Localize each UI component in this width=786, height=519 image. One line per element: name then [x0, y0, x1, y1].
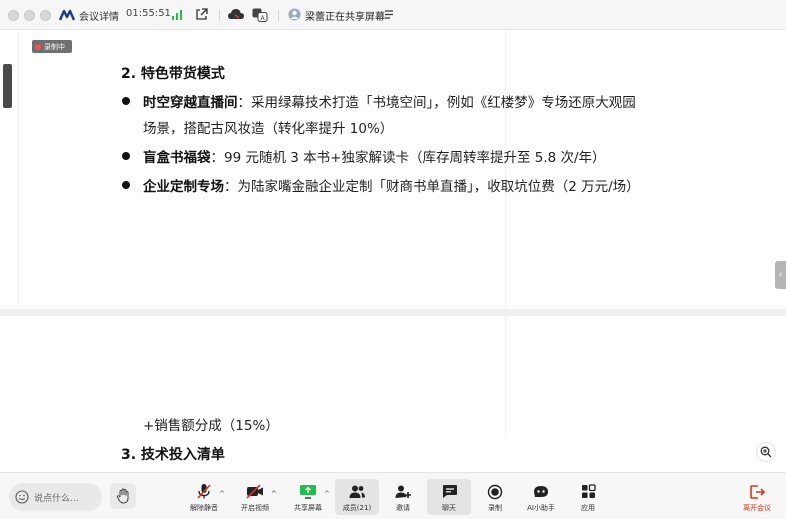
apps-label: 应用 [581, 504, 595, 512]
window-minimize-button[interactable] [24, 10, 35, 21]
bullet-1-continuation: 场景，搭配古风妆造（转化率提升 10%） [143, 121, 394, 137]
share-screen-label: 共享屏幕 [294, 504, 322, 512]
bullet-dot [122, 97, 130, 105]
apps-button[interactable]: 应用 [566, 479, 610, 515]
ai-assistant-icon [532, 483, 550, 500]
chat-icon [441, 483, 458, 500]
shared-screen-bottom [0, 316, 786, 472]
meeting-logo-icon [59, 7, 76, 22]
members-label: 成员(21) [342, 504, 372, 512]
bullet-3: 企业定制专场：为陆家嘴金融企业定制「财商书单直播」，收取坑位费（2 万元/场） [143, 179, 640, 195]
shared-screen-top [0, 31, 786, 309]
emoji-icon[interactable] [15, 490, 29, 504]
window-zoom-button[interactable] [40, 10, 51, 21]
signal-strength-icon[interactable] [172, 7, 184, 22]
share-options-caret[interactable]: ^ [324, 490, 330, 498]
section-3-heading: 3. 技术投入清单 [121, 447, 225, 463]
divider [278, 10, 279, 21]
recording-badge: 录制中 [32, 40, 72, 53]
record-button[interactable]: 录制 [473, 479, 517, 515]
record-icon [487, 483, 503, 500]
window-close-button[interactable] [8, 10, 19, 21]
section-2-heading: 2. 特色带货模式 [121, 66, 225, 82]
mic-options-caret[interactable]: ^ [219, 490, 225, 498]
presenter-avatar-icon [288, 7, 301, 22]
start-video-label: 开启视频 [241, 504, 269, 512]
meeting-details-button[interactable]: 会议详情 [79, 8, 119, 23]
recording-label: 录制中 [44, 42, 65, 51]
bullet-dot [122, 181, 130, 189]
page-gap [0, 309, 786, 316]
sharing-options-icon[interactable] [384, 7, 394, 22]
apps-icon [581, 483, 596, 500]
sharing-status-label: 梁蕾正在共享屏幕 [305, 12, 385, 23]
raise-hand-icon [116, 488, 128, 504]
mic-muted-icon [196, 483, 212, 500]
panel-edge [505, 316, 506, 436]
chat-placeholder: 说点什么... [34, 493, 79, 504]
left-panel-handle[interactable] [3, 64, 12, 108]
leave-meeting-label: 离开会议 [743, 504, 771, 512]
cloud-status-icon[interactable] [227, 7, 245, 22]
leave-meeting-button[interactable]: 离开会议 [735, 479, 779, 515]
title-bar: 会议详情 01:55:51 A 梁蕾正在共享屏幕 [0, 0, 786, 30]
record-label: 录制 [488, 504, 502, 512]
ai-assistant-button[interactable]: AI小助手 [519, 479, 563, 515]
raise-hand-button[interactable] [110, 483, 136, 509]
screen-share-icon [299, 483, 317, 500]
panel-edge [18, 31, 19, 309]
translate-icon[interactable]: A [252, 7, 268, 22]
bullet-2: 盲盒书福袋：99 元随机 3 本书+独家解读卡（库存周转率提升至 5.8 次/年… [143, 150, 606, 166]
ai-assistant-label: AI小助手 [527, 504, 555, 512]
elapsed-time: 01:55:51 [126, 8, 171, 19]
chat-button[interactable]: 聊天 [427, 479, 471, 515]
camera-off-icon [246, 483, 264, 500]
invite-icon [394, 483, 412, 500]
recording-dot-icon [35, 43, 41, 50]
zoom-in-button[interactable] [756, 442, 776, 462]
bullet-1: 时空穿越直播间：采用绿幕技术打造「书境空间」，例如《红楼梦》专场还原大观园 [143, 95, 636, 111]
zoom-in-icon [760, 446, 772, 458]
invite-button[interactable]: 邀请 [381, 479, 425, 515]
unmute-label: 解除静音 [190, 504, 218, 512]
panel-edge [505, 31, 506, 309]
bullet-dot [122, 152, 130, 160]
invite-label: 邀请 [396, 504, 410, 512]
video-options-caret[interactable]: ^ [271, 490, 277, 498]
chevron-left-icon: ‹ [778, 270, 783, 280]
divider [219, 10, 220, 21]
chat-label: 聊天 [442, 504, 456, 512]
external-window-icon[interactable] [195, 7, 208, 22]
quick-chat-input[interactable]: 说点什么... [9, 483, 102, 511]
members-button[interactable]: 成员(21) [335, 479, 379, 515]
revenue-share-line: +销售额分成（15%） [143, 418, 279, 434]
meeting-toolbar: 说点什么... 解除静音 ^ 开启视频 ^ 共享屏幕 ^ 成员(21) 邀请 聊… [0, 472, 786, 519]
right-panel-collapse-button[interactable]: ‹ [775, 261, 786, 289]
leave-icon [749, 483, 765, 500]
members-icon [348, 483, 366, 500]
